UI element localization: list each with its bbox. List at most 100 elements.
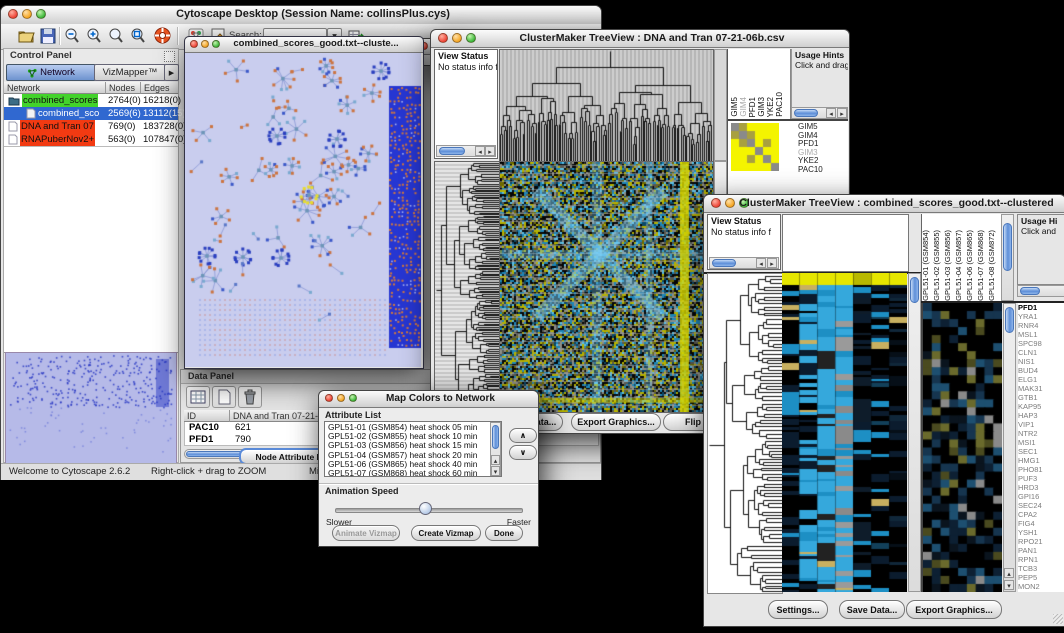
gene-label[interactable]: MSI1 [1018,438,1064,447]
scroll-left-arrow-icon[interactable]: ◂ [826,108,836,118]
scroll-down-arrow-icon[interactable]: ▾ [1004,580,1014,590]
gene-label[interactable]: YSH1 [1018,528,1064,537]
tv2-usage-hscrollbar[interactable] [1017,285,1064,297]
tv1-row-dendrogram[interactable] [434,161,500,413]
gene-label[interactable]: MSL1 [1018,330,1064,339]
col-edges[interactable]: Edges [141,82,178,94]
gene-label[interactable]: FIG4 [1018,519,1064,528]
tab-vizmapper[interactable]: VizMapper™ [94,64,166,81]
close-button[interactable] [711,198,721,208]
scrollbar-thumb[interactable] [712,259,736,267]
gene-label[interactable]: BUD4 [1018,366,1064,375]
gene-label[interactable]: CPA2 [1018,510,1064,519]
close-button[interactable] [325,394,333,402]
attribute-listbox[interactable]: GPL51-01 (GSM854) heat shock 05 minGPL51… [324,421,502,477]
gene-label[interactable]: KAP95 [1018,402,1064,411]
tv2-column-dendrogram-area[interactable] [782,214,909,272]
gene-label[interactable]: PAC10 [798,166,846,175]
close-button[interactable] [190,40,198,48]
scrollbar-thumb[interactable] [794,109,818,117]
scrollbar-thumb[interactable] [910,277,919,303]
minimize-button[interactable] [337,394,345,402]
treeview2-titlebar[interactable]: ClusterMaker TreeView : combined_scores_… [704,195,1064,213]
save-icon[interactable] [39,27,57,45]
treeview1-titlebar[interactable]: ClusterMaker TreeView : DNA and Tran 07-… [431,30,849,48]
col-nodes[interactable]: Nodes [106,82,141,94]
gene-label[interactable]: GTB1 [1018,393,1064,402]
network-row-rnapuber[interactable]: RNAPuberNov2+ 563(0) 107847(0) [4,133,178,146]
tab-network[interactable]: Network [6,64,96,81]
tv2-gene-vscrollbar[interactable]: ▴ ▾ [1003,303,1016,592]
zoom-out-icon[interactable] [63,27,81,45]
array-column-label[interactable]: PAC10 [776,92,785,117]
tv2-heatmap-vscrollbar[interactable] [908,273,921,592]
open-file-icon[interactable] [17,27,35,45]
tv1-cluster-matrix-canvas[interactable] [731,123,779,171]
scroll-right-arrow-icon[interactable]: ▸ [767,258,777,268]
gene-label[interactable]: ELG1 [1018,375,1064,384]
gene-label[interactable]: MON2 [1018,582,1064,591]
data-col-id[interactable]: ID [184,410,230,422]
resize-grip[interactable] [1053,614,1063,624]
new-attribute-icon[interactable] [212,386,236,408]
tv2-settings-button[interactable]: Settings... [768,600,828,619]
heatmap-canvas[interactable] [500,162,713,412]
move-down-button[interactable]: ∨ [509,445,537,460]
tab-overflow-button[interactable]: ▶ [164,64,179,81]
gene-label[interactable]: HAP3 [1018,411,1064,420]
help-lifering-icon[interactable] [153,26,171,44]
scroll-right-arrow-icon[interactable]: ▸ [837,108,847,118]
animation-speed-slider-thumb[interactable] [419,502,432,515]
tv1-column-dendrogram[interactable] [499,49,714,163]
gene-label[interactable]: RNR4 [1018,321,1064,330]
gene-label[interactable]: PHO81 [1018,465,1064,474]
dialog-titlebar[interactable]: Map Colors to Network [319,391,538,408]
row-dendrogram-canvas[interactable] [435,162,499,412]
gene-label[interactable]: NIS1 [1018,357,1064,366]
col-network[interactable]: Network [4,82,106,94]
network-row-dna-tran[interactable]: DNA and Tran 07 769(0) 183728(0) [4,120,178,133]
scroll-down-arrow-icon[interactable]: ▾ [491,466,500,476]
tv2-export-graphics-button[interactable]: Export Graphics... [906,600,1002,619]
gene-label[interactable]: PAN1 [1018,546,1064,555]
gene-label[interactable]: CLN1 [1018,348,1064,357]
gene-label[interactable]: SEC24 [1018,501,1064,510]
scrollbar-thumb[interactable] [1003,223,1012,271]
animate-vizmap-button[interactable]: Animate Vizmap [332,525,400,541]
zoom-in-icon[interactable] [85,27,103,45]
network-canvas[interactable] [185,53,421,367]
gene-label[interactable]: VIP1 [1018,420,1064,429]
tv1-export-graphics-button[interactable]: Export Graphics... [571,413,661,431]
create-vizmap-button[interactable]: Create Vizmap [411,525,481,541]
zoom-fit-icon[interactable] [107,27,125,45]
tv1-heatmap[interactable] [499,161,714,413]
scrollbar-thumb[interactable] [1005,307,1014,333]
gene-label[interactable]: RPO21 [1018,537,1064,546]
close-button[interactable] [438,33,448,43]
move-up-button[interactable]: ∧ [509,428,537,443]
gene-label[interactable]: RPN1 [1018,555,1064,564]
gene-label[interactable]: PFD1 [1018,303,1064,312]
minimize-button[interactable] [201,40,209,48]
network-row-combined-scores[interactable]: combined_scores 2764(0) 16218(0) [4,94,178,107]
tv2-save-data-button[interactable]: Save Data... [839,600,905,619]
gene-label[interactable]: PUF3 [1018,474,1064,483]
gene-label[interactable]: HRD3 [1018,483,1064,492]
column-dendrogram-canvas[interactable] [500,50,713,162]
scrollbar-thumb[interactable] [439,147,465,155]
tv2-status-hscrollbar[interactable]: ◂ ▸ [709,257,779,269]
gene-label[interactable]: SEC1 [1018,447,1064,456]
tv2-heatmap-canvas[interactable] [782,273,907,592]
close-button[interactable] [8,9,18,19]
attribute-list-vscrollbar[interactable]: ▴ ▾ [490,422,501,476]
gene-label[interactable]: SPC98 [1018,339,1064,348]
table-mode-icon[interactable] [186,386,210,408]
float-panel-icon[interactable] [164,51,175,62]
scroll-up-arrow-icon[interactable]: ▴ [1004,568,1014,578]
scroll-left-arrow-icon[interactable]: ◂ [756,258,766,268]
network-row-combined-sco-selected[interactable]: combined_sco 2569(6) 13112(15) [4,107,178,120]
gene-label[interactable]: HMG1 [1018,456,1064,465]
array-column-label[interactable]: GPL51-08 (GSM872) [988,230,999,301]
gene-label[interactable]: TCB3 [1018,564,1064,573]
gene-label[interactable]: YRA1 [1018,312,1064,321]
